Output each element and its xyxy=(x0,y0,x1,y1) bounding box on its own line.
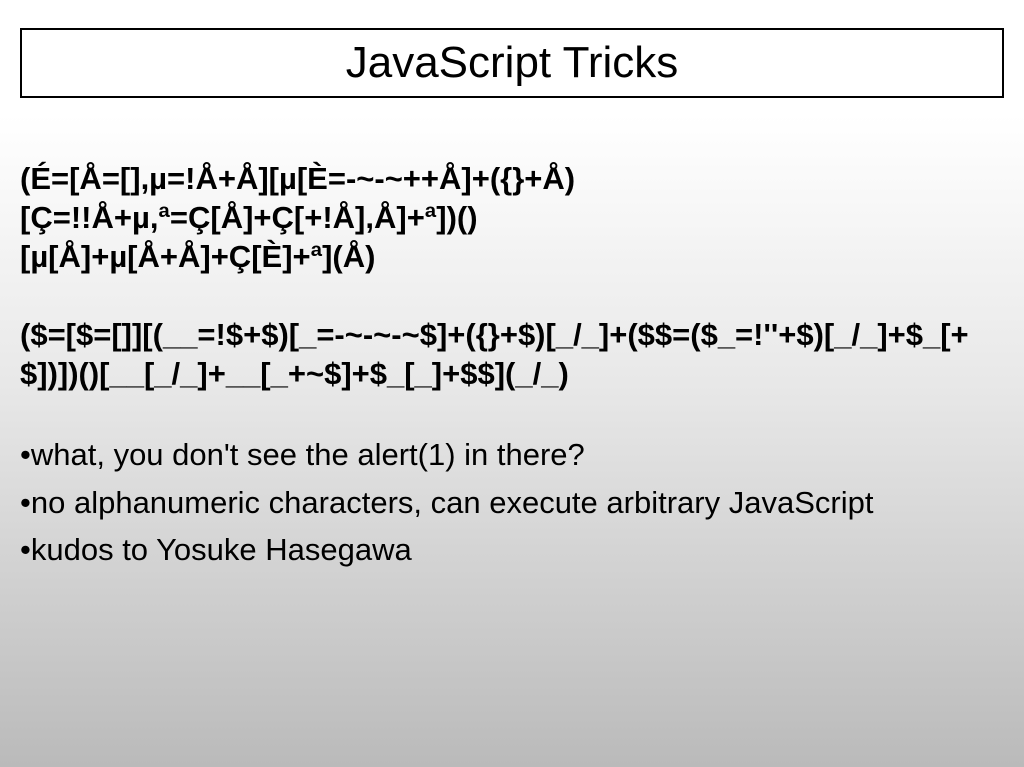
bullet-item: kudos to Yosuke Hasegawa xyxy=(20,529,1004,571)
code1-line1: (É=[Å=[],µ=!Å+Å][µ[È=-~-~++Å]+({}+Å) xyxy=(20,161,575,196)
code2-line1: ($=[$=[]][(__=!$+$)[_=-~-~-~$]+({}+$)[_/… xyxy=(20,317,969,391)
code-block-1: (É=[Å=[],µ=!Å+Å][µ[È=-~-~++Å]+({}+Å) [Ç=… xyxy=(20,160,1004,276)
bullet-text: no alphanumeric characters, can execute … xyxy=(31,485,874,520)
bullet-item: no alphanumeric characters, can execute … xyxy=(20,482,1004,524)
slide-title: JavaScript Tricks xyxy=(42,38,982,88)
bullet-list: what, you don't see the alert(1) in ther… xyxy=(20,434,1004,572)
bullet-text: what, you don't see the alert(1) in ther… xyxy=(31,437,585,472)
code1-line2: [Ç=!!Å+µ,ª=Ç[Å]+Ç[+!Å],Å]+ª])() xyxy=(20,200,478,235)
title-box: JavaScript Tricks xyxy=(20,28,1004,98)
bullet-text: kudos to Yosuke Hasegawa xyxy=(31,532,412,567)
bullet-item: what, you don't see the alert(1) in ther… xyxy=(20,434,1004,476)
code1-line3: [µ[Å]+µ[Å+Å]+Ç[È]+ª](Å) xyxy=(20,239,375,274)
code-block-2: ($=[$=[]][(__=!$+$)[_=-~-~-~$]+({}+$)[_/… xyxy=(20,316,1004,394)
slide-container: JavaScript Tricks (É=[Å=[],µ=!Å+Å][µ[È=-… xyxy=(0,0,1024,767)
